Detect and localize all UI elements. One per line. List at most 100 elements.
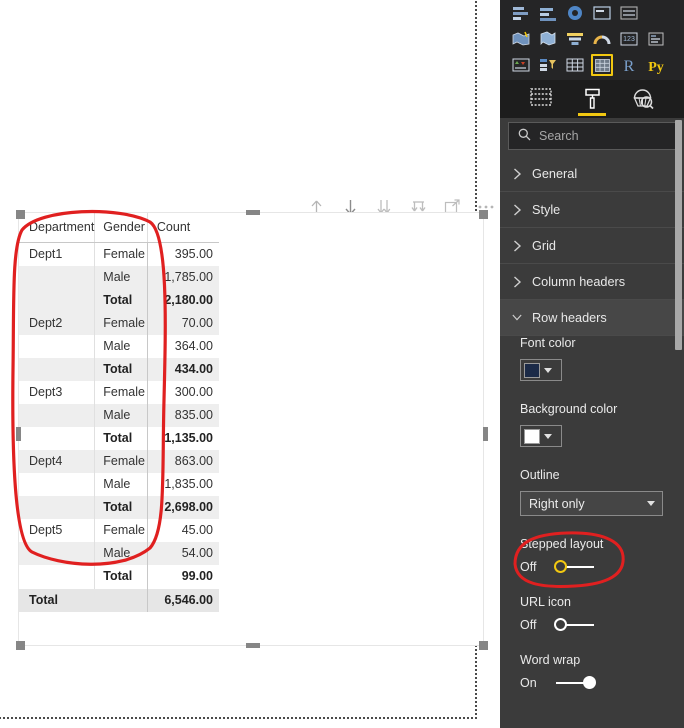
visualizations-format-panel: 123 R Py Search General Style Grid Colum… <box>500 0 684 728</box>
table-row[interactable]: Male 835.00 <box>19 404 219 427</box>
table-row[interactable]: Total 1,135.00 <box>19 427 219 450</box>
resize-handle-top-left[interactable] <box>16 210 25 219</box>
outline-dropdown[interactable]: Right only <box>520 491 663 516</box>
format-section-general[interactable]: General <box>500 156 684 192</box>
svg-text:R: R <box>624 58 635 74</box>
table-icon[interactable] <box>564 54 586 76</box>
r-script-visual-icon[interactable]: R <box>618 54 640 76</box>
funnel-icon[interactable] <box>564 28 586 50</box>
column-header-department[interactable]: Department <box>19 213 95 243</box>
resize-handle-top-center[interactable] <box>246 210 260 215</box>
column-header-gender[interactable]: Gender <box>94 213 148 243</box>
background-color-group: Background color <box>520 402 684 447</box>
font-color-picker[interactable] <box>520 359 562 381</box>
cell-count: 99.00 <box>146 565 219 589</box>
tab-format[interactable] <box>575 82 609 116</box>
format-section-label: General <box>532 166 578 181</box>
cell-gender: Male <box>94 473 148 496</box>
font-color-group: Font color <box>520 336 684 381</box>
tab-analytics[interactable] <box>626 82 660 116</box>
cell-count: 70.00 <box>146 312 219 335</box>
chevron-down-icon <box>647 501 655 506</box>
resize-handle-bottom-right[interactable] <box>479 641 488 650</box>
stepped-layout-toggle[interactable] <box>554 560 596 574</box>
background-color-picker[interactable] <box>520 425 562 447</box>
multi-row-card-icon[interactable] <box>618 2 640 24</box>
row-headers-options: Font color Background color Outline Righ… <box>500 336 684 711</box>
slicer-icon[interactable] <box>537 54 559 76</box>
resize-handle-top-right[interactable] <box>479 210 488 219</box>
resize-handle-middle-left[interactable] <box>16 427 21 441</box>
clustered-bar-chart-icon[interactable] <box>537 2 559 24</box>
column-header-count[interactable]: Count <box>146 213 219 243</box>
matrix-table: Department Gender Count Dept1 Female 395.0… <box>19 213 219 612</box>
table-row[interactable]: Total 2,180.00 <box>19 289 219 312</box>
table-row[interactable]: Dept2 Female 70.00 <box>19 312 219 335</box>
shape-map-icon[interactable] <box>537 28 559 50</box>
table-row[interactable]: Total 2,698.00 <box>19 496 219 519</box>
format-section-style[interactable]: Style <box>500 192 684 228</box>
table-row[interactable]: Dept3 Female 300.00 <box>19 381 219 404</box>
gallery-row-1 <box>510 2 678 24</box>
format-section-row-headers[interactable]: Row headers <box>500 300 684 336</box>
table-row[interactable]: Male 364.00 <box>19 335 219 358</box>
cell-count: 300.00 <box>146 381 219 404</box>
chevron-down-icon <box>544 367 552 373</box>
donut-chart-icon[interactable] <box>564 2 586 24</box>
cell-subtotal-label: Total <box>94 565 148 589</box>
table-row[interactable]: Dept5 Female 45.00 <box>19 519 219 542</box>
url-icon-label: URL icon <box>520 595 571 609</box>
cell-gender: Male <box>94 404 148 427</box>
cell-department <box>19 473 95 496</box>
table-row[interactable]: Male 54.00 <box>19 542 219 565</box>
grand-total-row: Total 6,546.00 <box>19 588 219 612</box>
cell-gender: Female <box>94 242 148 266</box>
format-sections: General Style Grid Column headers Row header… <box>500 156 684 336</box>
cell-department <box>19 427 95 450</box>
table-row[interactable]: Dept4 Female 863.00 <box>19 450 219 473</box>
multi-row-card-2-icon[interactable] <box>645 28 667 50</box>
format-section-column-headers[interactable]: Column headers <box>500 264 684 300</box>
python-visual-icon[interactable]: Py <box>645 54 667 76</box>
stacked-bar-chart-icon[interactable] <box>510 2 532 24</box>
resize-handle-bottom-center[interactable] <box>246 643 260 648</box>
cell-department <box>19 289 95 312</box>
matrix-header-row: Department Gender Count <box>19 213 219 243</box>
card-icon[interactable] <box>591 2 613 24</box>
table-row[interactable]: Male 1,785.00 <box>19 266 219 289</box>
cell-department <box>19 266 95 289</box>
url-icon-toggle[interactable] <box>554 618 596 632</box>
cell-gender: Female <box>94 381 148 404</box>
card-number-icon[interactable]: 123 <box>618 28 640 50</box>
format-section-grid[interactable]: Grid <box>500 228 684 264</box>
cell-count: 364.00 <box>146 335 219 358</box>
table-row[interactable]: Male 1,835.00 <box>19 473 219 496</box>
table-row[interactable]: Total 434.00 <box>19 358 219 381</box>
kpi-icon[interactable] <box>510 54 532 76</box>
matrix-visual-icon[interactable] <box>591 54 613 76</box>
table-row[interactable]: Total 99.00 <box>19 565 219 589</box>
report-canvas[interactable]: Department Gender Count Dept1 Female 395.0… <box>0 0 501 728</box>
table-row[interactable]: Dept1 Female 395.00 <box>19 242 219 266</box>
stepped-layout-label: Stepped layout <box>520 537 604 551</box>
panel-scrollbar[interactable] <box>675 120 682 350</box>
panel-tabs <box>500 80 684 118</box>
tab-fields[interactable] <box>524 82 558 116</box>
word-wrap-toggle[interactable] <box>554 676 596 690</box>
cell-count: 54.00 <box>146 542 219 565</box>
grand-total-count: 6,546.00 <box>146 588 219 612</box>
cell-department <box>19 358 95 381</box>
matrix-visual[interactable]: Department Gender Count Dept1 Female 395.0… <box>18 212 484 646</box>
outline-group: Outline Right only <box>520 468 684 516</box>
resize-handle-middle-right[interactable] <box>483 427 488 441</box>
outline-value: Right only <box>529 496 585 511</box>
url-icon-toggle-row: Off <box>520 618 684 632</box>
cell-count: 1,785.00 <box>146 266 219 289</box>
chevron-down-icon <box>512 312 522 324</box>
gauge-icon[interactable] <box>591 28 613 50</box>
resize-handle-bottom-left[interactable] <box>16 641 25 650</box>
filled-map-icon[interactable] <box>510 28 532 50</box>
cell-count: 1,835.00 <box>146 473 219 496</box>
search-input[interactable]: Search <box>508 122 676 150</box>
gallery-row-3: R Py <box>510 54 678 76</box>
